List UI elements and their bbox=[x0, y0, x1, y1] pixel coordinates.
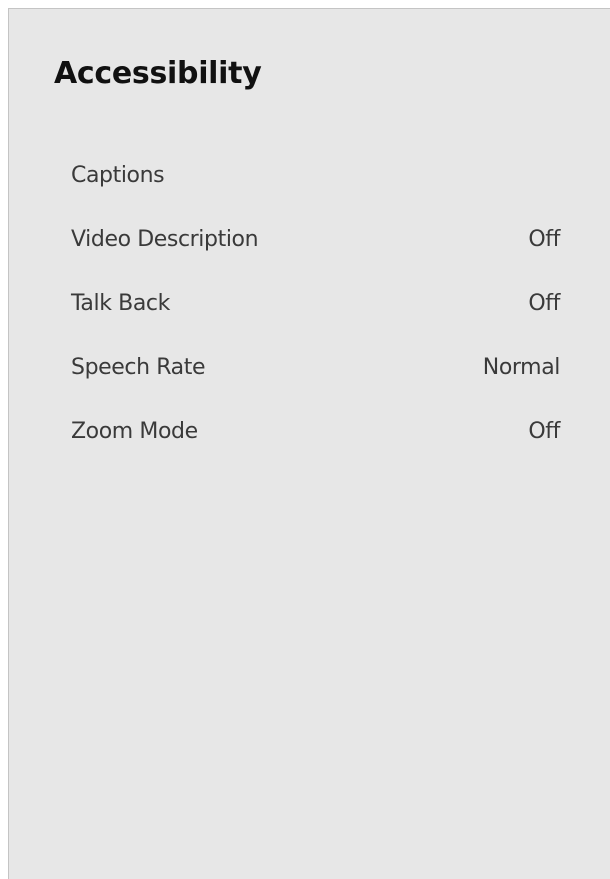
talk-back-label: Talk Back bbox=[71, 290, 170, 316]
menu-item-zoom-mode[interactable]: Zoom Mode Off bbox=[71, 399, 560, 463]
accessibility-panel: Accessibility Captions Video Description… bbox=[8, 8, 610, 879]
page-title: Accessibility bbox=[54, 56, 262, 91]
menu-item-speech-rate[interactable]: Speech Rate Normal bbox=[71, 335, 560, 399]
menu-item-video-description[interactable]: Video Description Off bbox=[71, 207, 560, 271]
speech-rate-label: Speech Rate bbox=[71, 354, 206, 380]
video-description-label: Video Description bbox=[71, 226, 259, 252]
accessibility-menu: Captions Video Description Off Talk Back… bbox=[71, 143, 560, 463]
zoom-mode-value: Off bbox=[528, 418, 560, 444]
captions-label: Captions bbox=[71, 162, 165, 188]
speech-rate-value: Normal bbox=[482, 354, 561, 380]
menu-item-talk-back[interactable]: Talk Back Off bbox=[71, 271, 560, 335]
zoom-mode-label: Zoom Mode bbox=[71, 418, 198, 444]
menu-item-captions[interactable]: Captions bbox=[71, 143, 560, 207]
talk-back-value: Off bbox=[528, 290, 560, 316]
video-description-value: Off bbox=[528, 226, 560, 252]
